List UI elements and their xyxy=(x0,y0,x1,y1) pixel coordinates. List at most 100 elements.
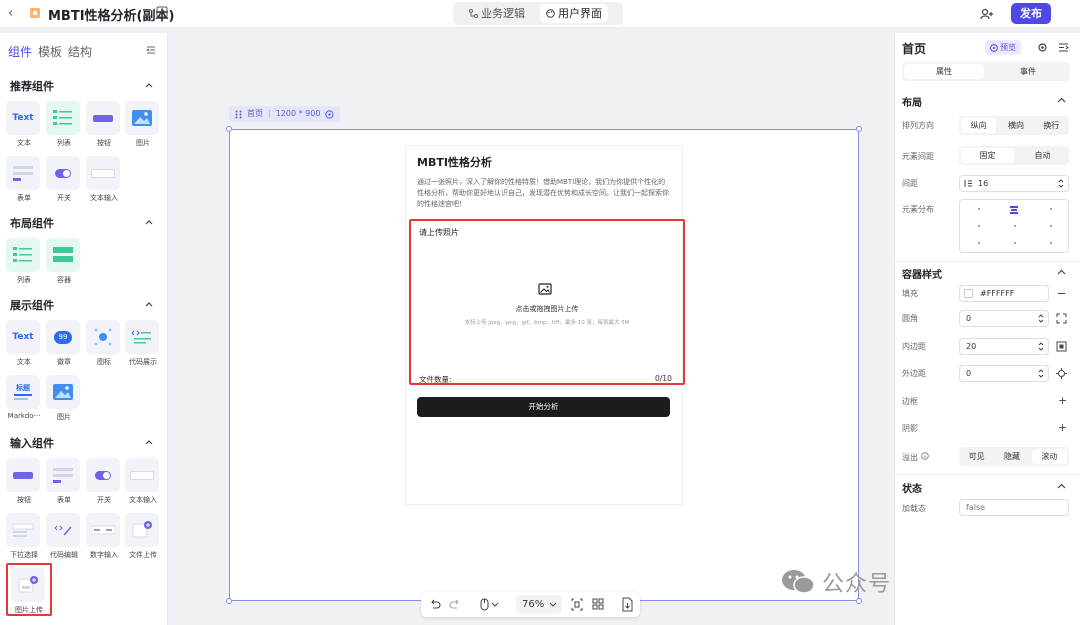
tab-structure[interactable]: 结构 xyxy=(68,43,92,60)
distribution-selected-icon[interactable] xyxy=(1010,205,1018,214)
component-container[interactable]: 容器 xyxy=(46,238,82,285)
overflow-label: 溢出 xyxy=(902,452,929,463)
padding-icon[interactable] xyxy=(1056,341,1067,352)
overflow-option-scroll[interactable]: 滚动 xyxy=(1031,449,1067,464)
component-input-button[interactable]: 按钮 xyxy=(6,458,42,505)
back-icon[interactable]: ‹ xyxy=(8,6,20,22)
component-display-image[interactable]: 图片 xyxy=(46,375,82,422)
resize-handle[interactable] xyxy=(226,598,232,604)
edit-icon[interactable] xyxy=(156,6,168,18)
loading-state-input[interactable] xyxy=(959,499,1069,516)
component-form[interactable]: 表单 xyxy=(6,156,42,203)
component-input-text-input[interactable]: 文本输入 xyxy=(125,458,161,505)
frame-label[interactable]: 首页 | 1200 * 900 xyxy=(229,106,341,122)
distribution-dot[interactable] xyxy=(1050,208,1052,210)
radius-input[interactable]: 0 xyxy=(959,310,1049,327)
distribution-dot[interactable] xyxy=(978,208,980,210)
add-border-icon[interactable]: + xyxy=(1058,394,1067,407)
gear-icon[interactable] xyxy=(1037,42,1048,53)
component-input-switch[interactable]: 开关 xyxy=(86,458,122,505)
tab-user-interface[interactable]: 用户界面 xyxy=(540,4,608,23)
publish-button[interactable]: 发布 xyxy=(1011,3,1051,24)
chevron-up-icon[interactable] xyxy=(144,80,154,90)
resize-handle[interactable] xyxy=(856,598,862,604)
undo-icon[interactable] xyxy=(429,597,441,612)
component-list[interactable]: 列表 xyxy=(46,101,82,148)
direction-option-horizontal[interactable]: 横向 xyxy=(998,116,1033,135)
component-icon[interactable]: 图标 xyxy=(86,320,122,367)
frame-settings-icon[interactable] xyxy=(325,109,335,119)
resize-handle[interactable] xyxy=(856,126,862,132)
collaborate-icon[interactable] xyxy=(980,7,994,21)
preview-button[interactable]: 预览 xyxy=(985,40,1021,55)
component-display-text[interactable]: Text 文本 xyxy=(6,320,42,367)
overflow-option-visible[interactable]: 可见 xyxy=(959,447,994,466)
component-layout-list[interactable]: 列表 xyxy=(6,238,42,285)
spacing-option-fixed[interactable]: 固定 xyxy=(961,148,1014,163)
spacing-mode-segmented-control[interactable]: 固定 自动 xyxy=(959,146,1069,165)
tab-events[interactable]: 事件 xyxy=(988,64,1068,79)
padding-input[interactable]: 20 xyxy=(959,338,1049,355)
distribution-dot[interactable] xyxy=(1050,225,1052,227)
chevron-up-icon[interactable] xyxy=(144,299,154,309)
color-swatch[interactable] xyxy=(964,289,973,298)
component-badge[interactable]: 99 徽章 xyxy=(46,320,82,367)
margin-icon[interactable] xyxy=(1056,368,1067,379)
stepper-icon[interactable] xyxy=(1058,178,1064,189)
tab-business-logic[interactable]: 业务逻辑 xyxy=(463,4,531,23)
add-shadow-icon[interactable]: + xyxy=(1058,421,1067,434)
direction-segmented-control[interactable]: 纵向 横向 换行 xyxy=(959,116,1069,135)
collapse-panel-icon[interactable] xyxy=(1058,42,1069,53)
distribution-dot[interactable] xyxy=(978,242,980,244)
component-button[interactable]: 按钮 xyxy=(86,101,122,148)
zoom-select[interactable]: 76% xyxy=(516,595,562,614)
chevron-up-icon[interactable] xyxy=(144,437,154,447)
overflow-segmented-control[interactable]: 可见 隐藏 滚动 xyxy=(959,447,1069,466)
direction-option-vertical[interactable]: 纵向 xyxy=(961,118,997,133)
overflow-option-hidden[interactable]: 隐藏 xyxy=(994,447,1029,466)
pointer-mode-icon[interactable] xyxy=(479,597,501,612)
tab-templates[interactable]: 模板 xyxy=(38,43,62,60)
component-markdown[interactable]: 标题 Markdo··· xyxy=(6,375,42,420)
distribution-dot[interactable] xyxy=(978,225,980,227)
stepper-icon[interactable] xyxy=(1038,313,1044,324)
direction-option-wrap[interactable]: 换行 xyxy=(1034,116,1069,135)
stepper-icon[interactable] xyxy=(1038,341,1044,352)
component-code-display[interactable]: 代码展示 xyxy=(125,320,161,367)
component-text-input[interactable]: 文本输入 xyxy=(86,156,122,203)
component-image[interactable]: 图片 xyxy=(125,101,161,148)
component-switch[interactable]: 开关 xyxy=(46,156,82,203)
gap-input[interactable]: 16 xyxy=(959,175,1069,192)
component-file-upload[interactable]: 文件上传 xyxy=(125,513,161,560)
tab-properties[interactable]: 属性 xyxy=(904,64,984,79)
grid-icon[interactable] xyxy=(592,597,604,612)
start-analysis-button[interactable]: 开始分析 xyxy=(417,397,670,417)
minus-icon[interactable] xyxy=(1056,288,1067,299)
corner-radius-icon[interactable] xyxy=(1056,313,1067,324)
distribution-grid[interactable] xyxy=(959,199,1069,253)
stepper-icon[interactable] xyxy=(1038,368,1044,379)
chevron-up-icon[interactable] xyxy=(144,217,154,227)
info-icon[interactable] xyxy=(920,452,929,460)
chevron-up-icon[interactable] xyxy=(1056,481,1067,492)
fit-screen-icon[interactable] xyxy=(571,597,583,612)
component-dropdown[interactable]: 下拉选择 xyxy=(6,513,42,560)
chevron-up-icon[interactable] xyxy=(1056,95,1067,106)
distribution-dot[interactable] xyxy=(1014,242,1016,244)
component-text[interactable]: Text 文本 xyxy=(6,101,42,148)
distribution-dot[interactable] xyxy=(1050,242,1052,244)
component-input-form[interactable]: 表单 xyxy=(46,458,82,505)
fill-color-input[interactable]: #FFFFFF xyxy=(959,285,1049,302)
export-icon[interactable] xyxy=(621,597,633,612)
distribution-dot[interactable] xyxy=(1014,225,1016,227)
component-number-input[interactable]: 数字输入 xyxy=(86,513,122,560)
redo-icon[interactable] xyxy=(449,597,461,612)
tab-components[interactable]: 组件 xyxy=(8,43,32,60)
spacing-option-auto[interactable]: 自动 xyxy=(1016,146,1069,165)
chevron-up-icon[interactable] xyxy=(1056,267,1067,278)
margin-input[interactable]: 0 xyxy=(959,365,1049,382)
resize-handle[interactable] xyxy=(226,126,232,132)
collapse-panel-icon[interactable] xyxy=(146,45,156,55)
component-code-editor[interactable]: 代码编辑 xyxy=(46,513,82,560)
drag-handle-icon[interactable] xyxy=(235,110,242,119)
